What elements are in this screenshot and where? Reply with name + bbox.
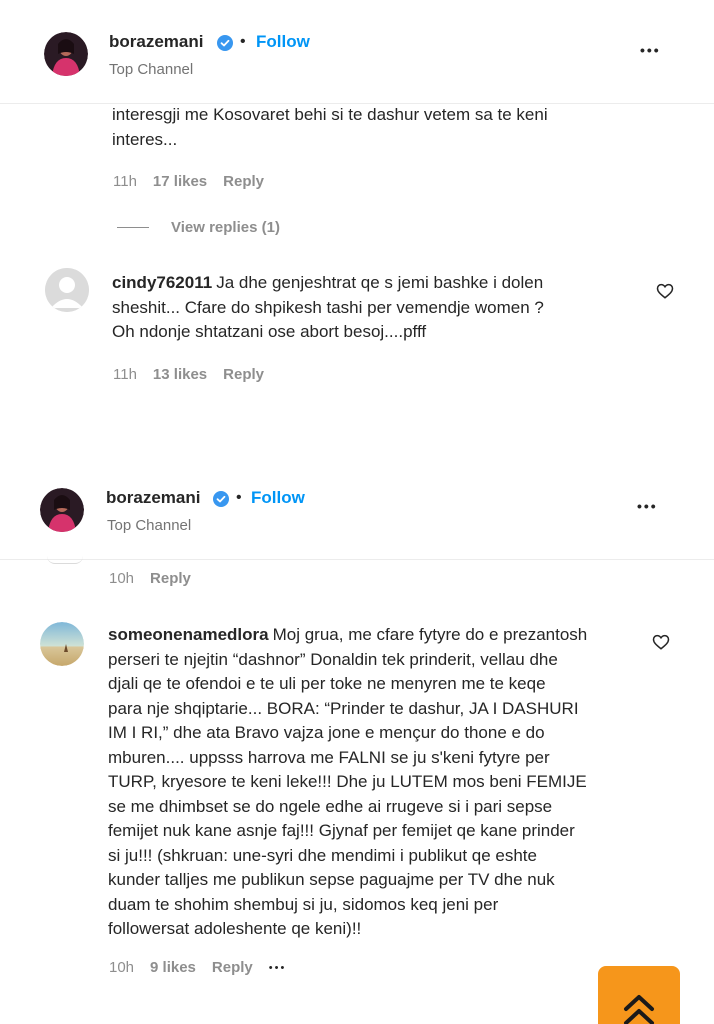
follow-button[interactable]: Follow (251, 488, 305, 508)
more-options-icon[interactable]: ••• (637, 498, 658, 514)
comment-line: Ja dhe genjeshtrat qe s jemi bashke i do… (216, 273, 544, 292)
post-author-username[interactable]: borazemani (106, 488, 200, 508)
comment-meta: 10h 9 likes Reply ••• (109, 959, 286, 976)
post-header: borazemani • Follow Top Channel ••• (0, 456, 714, 560)
comment-text: cindy762011 Ja dhe genjeshtrat qe s jemi … (112, 271, 544, 345)
comment-line: Oh ndonje shtatzani ose abort besoj....p… (112, 322, 427, 341)
scroll-to-top-button[interactable] (598, 966, 680, 1024)
partial-avatar-edge (47, 556, 83, 564)
comment-text: someonenamedlora Moj grua, me cfare fytyr… (108, 623, 668, 942)
avatar[interactable] (40, 488, 84, 532)
post-header: borazemani • Follow Top Channel ••• (0, 0, 714, 104)
separator-dot: • (240, 33, 246, 50)
reply-button[interactable]: Reply (223, 366, 264, 383)
view-replies-label: View replies (1) (171, 219, 280, 236)
verified-badge-icon (213, 491, 229, 507)
avatar-image (40, 488, 84, 532)
comment-line: perseri te njejtin “dashnor” Donaldin te… (108, 649, 558, 669)
heart-outline-icon[interactable] (652, 633, 670, 651)
comment-line: sheshit... Cfare do shpikesh tashi per v… (112, 297, 544, 317)
comment-meta: 11h 13 likes Reply (113, 366, 264, 383)
comment-time: 11h (113, 173, 137, 190)
comment-time: 10h (109, 959, 135, 976)
comment-line: si ju!!! (shkruan: une-syri dhe mendimi … (108, 845, 537, 865)
comment-username[interactable]: someonenamedlora (108, 625, 269, 644)
post-author-username[interactable]: borazemani (109, 32, 203, 52)
avatar-image (44, 32, 88, 76)
view-replies-button[interactable]: View replies (1) (117, 219, 280, 236)
comment-line: se me dhimbset se do ngele edhe ai rruge… (108, 796, 553, 816)
comment-line: IM I RI,” dhe ata Bravo vajza jone e men… (108, 723, 545, 742)
reply-button[interactable]: Reply (212, 959, 253, 976)
post-subtitle: Top Channel (109, 61, 194, 78)
follow-button[interactable]: Follow (256, 32, 310, 52)
comment-time: 11h (113, 366, 137, 383)
heart-outline-icon[interactable] (656, 282, 674, 300)
comment-line: para nje shqiptarie... BORA: “Prinder te… (108, 698, 579, 718)
post-panel-2: borazemani • Follow Top Channel ••• 10h … (0, 456, 714, 1024)
double-chevron-up-icon (624, 995, 654, 1024)
replies-divider (117, 227, 149, 228)
comment-line: kunder talljes me publikun sepse paguajm… (108, 870, 555, 889)
comment-time: 10h (109, 570, 135, 587)
comment-username[interactable]: cindy762011 (112, 273, 212, 292)
comment-likes[interactable]: 13 likes (153, 366, 207, 383)
avatar[interactable] (45, 268, 89, 312)
avatar[interactable] (44, 32, 88, 76)
comment-likes[interactable]: 9 likes (150, 959, 196, 976)
comment-text-partial: interesgji me Kosovaret behi si te dashu… (112, 103, 548, 152)
separator-dot: • (236, 489, 242, 506)
comment-line: djali qe te ofendoi e te uli per toke ne… (108, 674, 546, 693)
comment-more-icon[interactable]: ••• (269, 959, 287, 976)
comment-line: duam te shohim shembuj si ju, sidomos ke… (108, 894, 499, 914)
comment-likes[interactable]: 17 likes (153, 173, 207, 190)
more-options-icon[interactable]: ••• (640, 42, 661, 58)
comment-line: Moj grua, me cfare fytyre do e prezantos… (272, 625, 588, 644)
reply-button[interactable]: Reply (150, 570, 191, 587)
reply-button[interactable]: Reply (223, 173, 264, 190)
post-panel-1: borazemani • Follow Top Channel ••• inte… (0, 0, 714, 420)
comment-line: interes... (112, 129, 178, 149)
comment-line: TURP, kryesore te keni leke!!! Dhe ju LU… (108, 772, 587, 791)
post-subtitle: Top Channel (107, 517, 192, 534)
comment-meta: 10h Reply (109, 570, 191, 587)
comment-line: interesgji me Kosovaret behi si te dashu… (112, 105, 548, 124)
default-avatar-icon (45, 268, 89, 312)
comment-meta: 11h 17 likes Reply (113, 173, 264, 190)
comment-line: followersat adoleshente qe keni)!! (108, 919, 362, 938)
comment-line: femijet nuk kane asnje faj!!! Gjynaf per… (108, 821, 575, 840)
comment-line: mburen.... uppsss harrova me FALNI se ju… (108, 747, 550, 767)
avatar[interactable] (40, 622, 84, 666)
verified-badge-icon (217, 35, 233, 51)
avatar-image (40, 622, 84, 666)
